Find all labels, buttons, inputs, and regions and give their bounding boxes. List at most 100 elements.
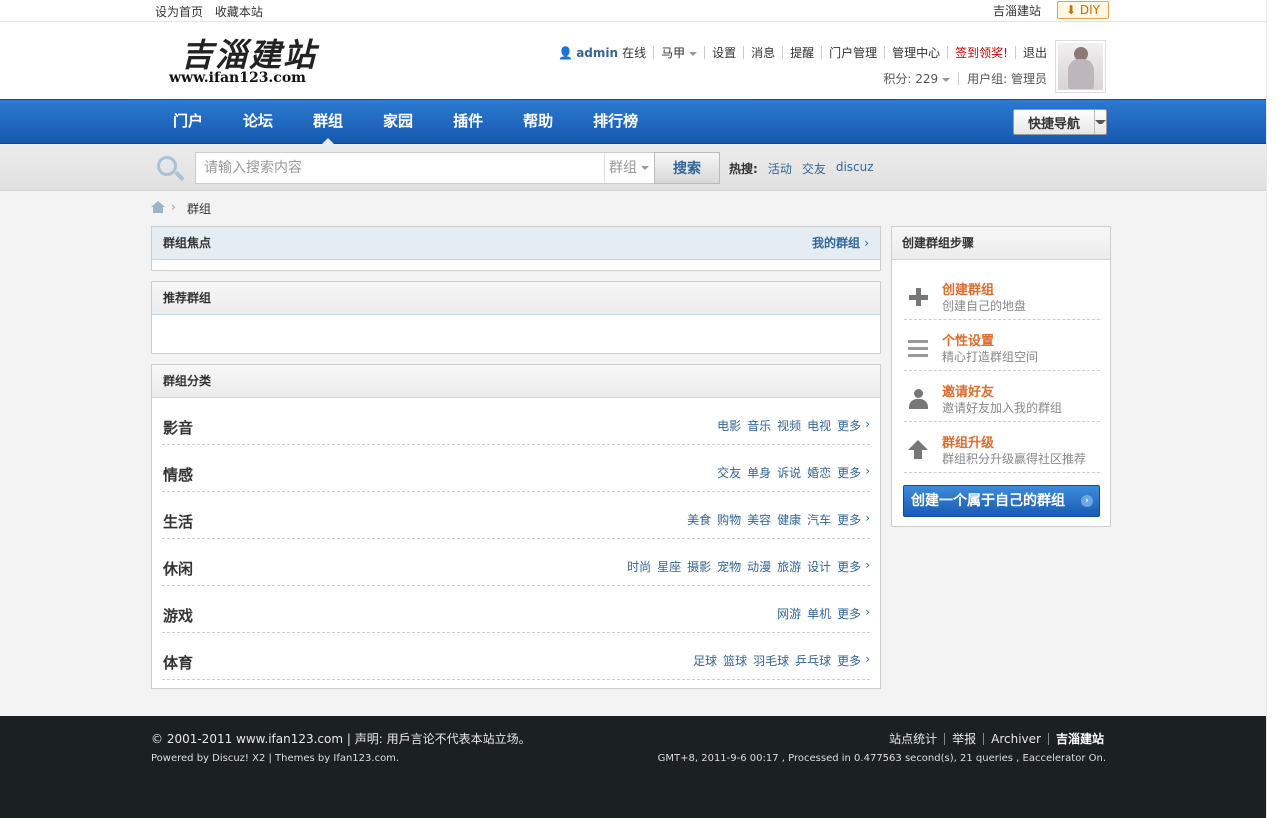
category-link[interactable]: 购物 (717, 511, 741, 528)
user-info: 积分: 229 用户组: 管理员 (883, 70, 1047, 87)
stats-link[interactable]: 站点统计 (889, 730, 937, 747)
archiver-link[interactable]: Archiver (991, 732, 1041, 746)
category-link[interactable]: 星座 (657, 558, 681, 575)
category-link[interactable]: 电影 (717, 417, 741, 434)
nav-item-help[interactable]: 帮助 (509, 100, 567, 144)
category-links: 交友 单身 诉说 婚恋 更多 › (717, 464, 870, 481)
category-link[interactable]: 视频 (777, 417, 801, 434)
category-link[interactable]: 宠物 (717, 558, 741, 575)
category-link[interactable]: 诉说 (777, 464, 801, 481)
category-link[interactable]: 动漫 (747, 558, 771, 575)
category-name[interactable]: 游戏 (163, 605, 193, 626)
category-link[interactable]: 更多 (837, 652, 861, 669)
category-link[interactable]: 旅游 (777, 558, 801, 575)
nav-item-home[interactable]: 家园 (369, 100, 427, 144)
divider (782, 46, 784, 59)
quick-nav-button[interactable]: 快捷导航 (1013, 109, 1107, 135)
category-link[interactable]: 交友 (717, 464, 741, 481)
group-focus-header: 群组焦点 我的群组 › (152, 227, 880, 260)
category-link[interactable]: 美食 (687, 511, 711, 528)
vertical-scrollbar[interactable] (1266, 0, 1287, 818)
step-title[interactable]: 群组升级 (942, 432, 994, 451)
category-link[interactable]: 健康 (777, 511, 801, 528)
hot-search-item[interactable]: 交友 (802, 160, 826, 177)
recommend-groups-title: 推荐群组 (152, 282, 880, 315)
main-content: 群组焦点 我的群组 › 推荐群组 群组分类 影音 电影 音乐 视频 电视 更多 › 情感 交友单… (151, 226, 881, 699)
category-name[interactable]: 体育 (163, 652, 193, 673)
nav-item-forum[interactable]: 论坛 (229, 100, 287, 144)
create-group-button[interactable]: 创建一个属于自己的群组 › (903, 485, 1100, 517)
home-icon[interactable] (151, 201, 165, 213)
nav-item-ranking[interactable]: 排行榜 (579, 100, 652, 144)
hot-search: 热搜: 活动 交友 discuz (729, 160, 874, 177)
category-link[interactable]: 美容 (747, 511, 771, 528)
category-link[interactable]: 羽毛球 (753, 652, 789, 669)
step-title[interactable]: 个性设置 (942, 330, 994, 349)
my-groups-link[interactable]: 我的群组 › (812, 227, 869, 259)
messages-link[interactable]: 消息 (751, 44, 775, 61)
category-link[interactable]: 更多 (837, 417, 861, 434)
category-link[interactable]: 单身 (747, 464, 771, 481)
credits-dropdown[interactable]: 积分: 229 (883, 70, 951, 87)
category-name[interactable]: 情感 (163, 464, 193, 485)
category-link[interactable]: 篮球 (723, 652, 747, 669)
admin-center-link[interactable]: 管理中心 (892, 44, 940, 61)
search-button[interactable]: 搜索 (654, 152, 720, 184)
step-title[interactable]: 邀请好友 (942, 381, 994, 400)
settings-link[interactable]: 设置 (712, 44, 736, 61)
set-home-link[interactable]: 设为首页 (155, 5, 203, 19)
avatar[interactable] (1055, 40, 1106, 93)
chevron-right-icon: › (865, 464, 870, 478)
category-name[interactable]: 休闲 (163, 558, 193, 579)
chevron-right-icon: › (865, 417, 870, 431)
username-link[interactable]: admin (576, 46, 618, 60)
chevron-right-icon: › (171, 200, 176, 214)
category-link[interactable]: 更多 (837, 605, 861, 622)
category-link[interactable]: 电视 (807, 417, 831, 434)
category-links: 美食 购物 美容 健康 汽车 更多 › (687, 511, 870, 528)
chevron-right-icon: › (1081, 495, 1093, 507)
logout-link[interactable]: 退出 (1023, 44, 1047, 61)
category-link[interactable]: 时尚 (627, 558, 651, 575)
category-link[interactable]: 汽车 (807, 511, 831, 528)
diy-button[interactable]: ⬇ DIY (1057, 1, 1109, 19)
footer-links: 站点统计 举报 Archiver 吉淄建站 (889, 730, 1104, 747)
category-link[interactable]: 单机 (807, 605, 831, 622)
site-logo[interactable]: 吉淄建站 www.ifan123.com (165, 32, 335, 92)
step-title[interactable]: 创建群组 (942, 279, 994, 298)
hot-search-item[interactable]: discuz (836, 160, 874, 177)
category-link[interactable]: 更多 (837, 464, 861, 481)
category-link[interactable]: 音乐 (747, 417, 771, 434)
checkin-link[interactable]: 签到领奖! (955, 44, 1008, 61)
category-list: 影音 电影 音乐 视频 电视 更多 › 情感 交友 单身 诉说 婚恋 更多 › 生活 美食 购物 美容 健康 汽车 更多… (152, 398, 880, 688)
portal-admin-link[interactable]: 门户管理 (829, 44, 877, 61)
report-link[interactable]: 举报 (952, 730, 976, 747)
copyright: © 2001-2011 www.ifan123.com | 声明: 用戶言论不代… (151, 732, 531, 746)
nav-item-groups[interactable]: 群组 (299, 100, 357, 144)
nav-item-portal[interactable]: 门户 (159, 100, 217, 144)
category-link[interactable]: 摄影 (687, 558, 711, 575)
search-scope-label: 群组 (609, 160, 637, 176)
category-link[interactable]: 更多 (837, 511, 861, 528)
nav-item-plugins[interactable]: 插件 (439, 100, 497, 144)
category-link[interactable]: 足球 (693, 652, 717, 669)
chevron-right-icon: › (865, 558, 870, 572)
category-link[interactable]: 婚恋 (807, 464, 831, 481)
notifications-link[interactable]: 提醒 (790, 44, 814, 61)
category-link[interactable]: 乒乓球 (795, 652, 831, 669)
hot-search-item[interactable]: 活动 (768, 160, 792, 177)
site-name-link[interactable]: 吉淄建站 (993, 2, 1041, 19)
search-scope-select[interactable]: 群组 (604, 152, 655, 184)
category-name[interactable]: 影音 (163, 417, 193, 438)
usergroup-link[interactable]: 用户组: 管理员 (967, 70, 1047, 87)
category-link[interactable]: 更多 (837, 558, 861, 575)
category-name[interactable]: 生活 (163, 511, 193, 532)
step-desc: 群组积分升级赢得社区推荐 (942, 452, 1087, 466)
category-link[interactable]: 网游 (777, 605, 801, 622)
breadcrumb: › 群组 (151, 191, 1111, 225)
site-name-footer-link[interactable]: 吉淄建站 (1056, 730, 1104, 747)
vest-dropdown[interactable]: 马甲 (661, 44, 698, 61)
search-input[interactable]: 请输入搜索内容 (195, 152, 605, 184)
bookmark-link[interactable]: 收藏本站 (215, 5, 263, 19)
category-link[interactable]: 设计 (807, 558, 831, 575)
